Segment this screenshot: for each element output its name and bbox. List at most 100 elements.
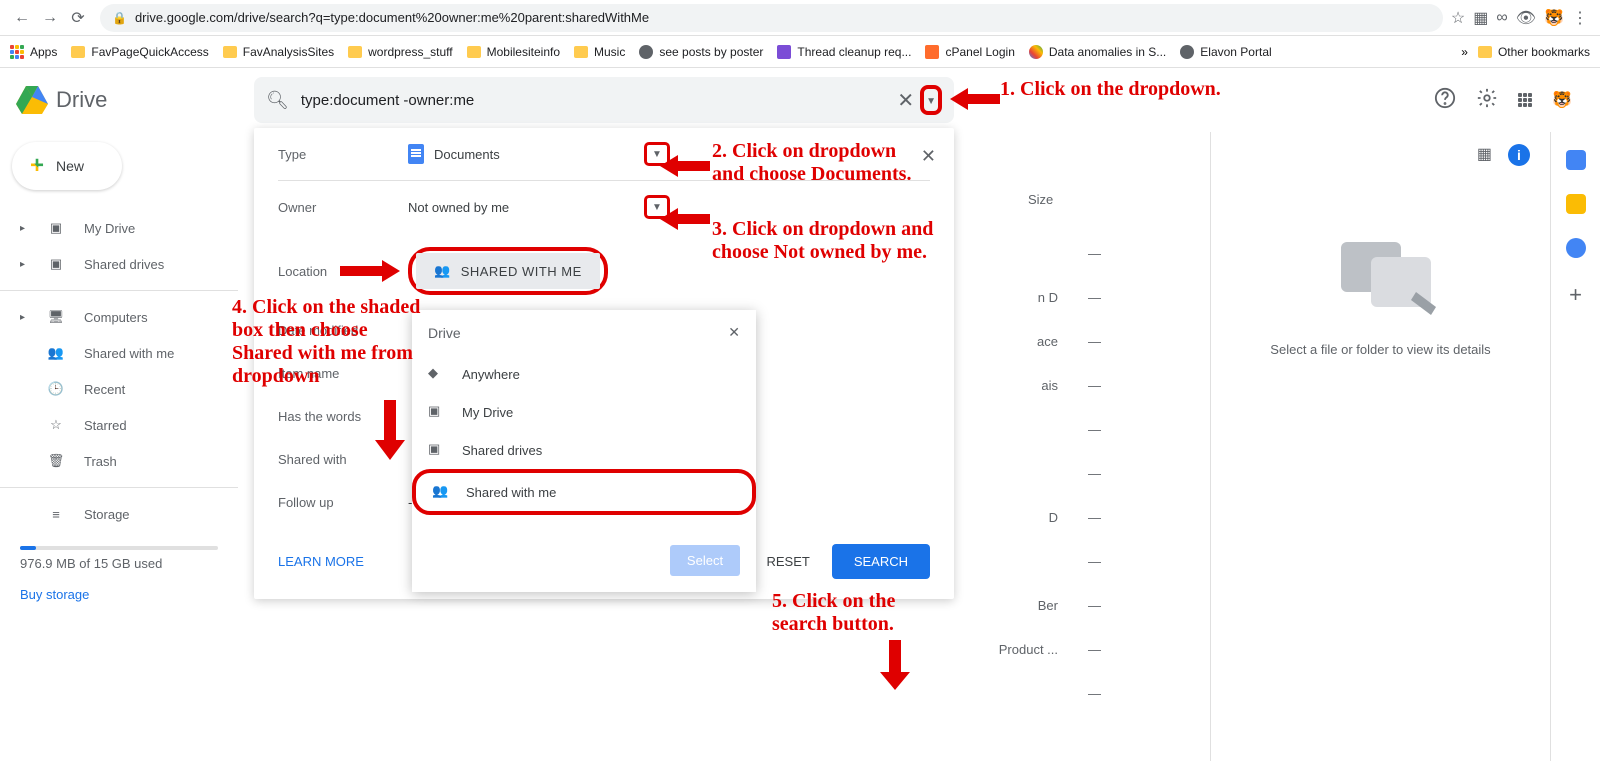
search-options-dropdown[interactable]: ▼ bbox=[920, 85, 942, 115]
trash-icon: 🗑 bbox=[46, 451, 66, 471]
annotation-5: 5. Click on the search button. bbox=[772, 590, 932, 636]
size-header[interactable]: Size bbox=[1028, 192, 1053, 207]
table-row[interactable]: ace— bbox=[938, 320, 1101, 364]
location-option-my-drive[interactable]: ▣My Drive bbox=[412, 393, 756, 431]
bookmark-item[interactable]: Mobilesiteinfo bbox=[467, 45, 560, 59]
location-option-shared-with-me[interactable]: 👥Shared with me bbox=[412, 469, 756, 515]
learn-more-link[interactable]: LEARN MORE bbox=[278, 554, 364, 569]
reset-button[interactable]: RESET bbox=[744, 544, 831, 579]
account-avatar[interactable]: 🐯 bbox=[1552, 90, 1572, 110]
settings-icon[interactable] bbox=[1476, 87, 1498, 114]
info-icon[interactable]: i bbox=[1508, 144, 1530, 166]
drive-icon: ▣ bbox=[428, 403, 448, 421]
sidebar-item-storage[interactable]: ≡Storage bbox=[0, 496, 238, 532]
bookmark-item[interactable]: FavAnalysisSites bbox=[223, 45, 334, 59]
location-dropdown: Drive ✕ ◆Anywhere ▣My Drive ▣Shared driv… bbox=[412, 310, 756, 592]
grid-view-icon[interactable]: ▦ bbox=[1477, 144, 1492, 166]
table-row[interactable]: — bbox=[938, 672, 1101, 716]
folder-icon bbox=[1478, 46, 1492, 58]
details-panel: ▦ i Select a file or folder to view its … bbox=[1210, 132, 1550, 761]
shared-drives-icon: ▣ bbox=[46, 254, 66, 274]
ext3-icon[interactable]: 🐯 bbox=[1544, 8, 1564, 28]
bookmarks-bar: Apps FavPageQuickAccess FavAnalysisSites… bbox=[0, 36, 1600, 68]
lock-icon: 🔒 bbox=[112, 11, 127, 25]
table-row[interactable]: — bbox=[938, 452, 1101, 496]
drive-logo[interactable]: Drive bbox=[16, 86, 254, 114]
annotation-4: 4. Click on the shaded box then choose S… bbox=[232, 296, 432, 388]
table-row[interactable]: Ber— bbox=[938, 584, 1101, 628]
location-dd-header: Drive ✕ bbox=[412, 310, 756, 355]
bookmark-item[interactable]: Data anomalies in S... bbox=[1029, 45, 1166, 59]
arrow-icon bbox=[340, 260, 400, 282]
details-message: Select a file or folder to view its deta… bbox=[1231, 342, 1530, 357]
sidebar: + New ▸▣My Drive ▸▣Shared drives ▸🖥Compu… bbox=[0, 132, 238, 761]
location-option-shared-drives[interactable]: ▣Shared drives bbox=[412, 431, 756, 469]
apps-grid-icon[interactable] bbox=[1518, 93, 1532, 107]
table-row[interactable]: Product ...— bbox=[938, 628, 1101, 672]
overflow-icon[interactable]: » bbox=[1461, 45, 1468, 59]
favicon bbox=[925, 45, 939, 59]
clear-search-icon[interactable]: ✕ bbox=[897, 88, 914, 113]
arrow-down-icon bbox=[375, 400, 405, 465]
people-icon: 👥 bbox=[432, 483, 452, 501]
bookmark-item[interactable]: wordpress_stuff bbox=[348, 45, 453, 59]
back-button[interactable]: ← bbox=[8, 4, 36, 32]
drive-icon bbox=[16, 86, 48, 114]
bookmark-item[interactable]: Thread cleanup req... bbox=[777, 45, 911, 59]
ext1-icon[interactable]: ▦ bbox=[1473, 8, 1488, 28]
apps-button[interactable]: Apps bbox=[10, 45, 57, 59]
keep-icon[interactable] bbox=[1566, 194, 1586, 214]
table-row[interactable]: — bbox=[938, 232, 1101, 276]
reload-button[interactable]: ⟳ bbox=[64, 4, 92, 32]
sidebar-item-recent[interactable]: 🕒Recent bbox=[0, 371, 238, 407]
sidebar-item-my-drive[interactable]: ▸▣My Drive bbox=[0, 210, 238, 246]
table-row[interactable]: ais— bbox=[938, 364, 1101, 408]
sidebar-item-shared-drives[interactable]: ▸▣Shared drives bbox=[0, 246, 238, 282]
search-button[interactable]: SEARCH bbox=[832, 544, 930, 579]
close-icon[interactable]: ✕ bbox=[728, 324, 740, 341]
help-icon[interactable] bbox=[1434, 87, 1456, 114]
bookmark-item[interactable]: cPanel Login bbox=[925, 45, 1014, 59]
arrow-down-icon bbox=[880, 640, 910, 695]
table-row[interactable]: n D— bbox=[938, 276, 1101, 320]
people-icon: 👥 bbox=[46, 343, 66, 363]
table-row[interactable]: — bbox=[938, 540, 1101, 584]
other-bookmarks[interactable]: Other bookmarks bbox=[1478, 45, 1590, 59]
sidebar-item-shared-with-me[interactable]: 👥Shared with me bbox=[0, 335, 238, 371]
owner-label: Owner bbox=[278, 200, 408, 215]
ext2-icon[interactable]: ∞ bbox=[1496, 9, 1507, 27]
favicon bbox=[777, 45, 791, 59]
bookmark-item[interactable]: Elavon Portal bbox=[1180, 45, 1271, 59]
url-text: drive.google.com/drive/search?q=type:doc… bbox=[135, 10, 649, 25]
sidebar-item-computers[interactable]: ▸🖥Computers bbox=[0, 299, 238, 335]
bookmark-item[interactable]: Music bbox=[574, 45, 625, 59]
forward-button[interactable]: → bbox=[36, 4, 64, 32]
location-chip[interactable]: 👥 SHARED WITH ME bbox=[416, 253, 600, 289]
sidebar-item-trash[interactable]: 🗑Trash bbox=[0, 443, 238, 479]
search-box[interactable]: 🔍︎ ✕ ▼ bbox=[254, 77, 954, 123]
bookmark-item[interactable]: see posts by poster bbox=[639, 45, 763, 59]
add-icon[interactable]: + bbox=[1566, 282, 1586, 302]
eye-icon[interactable]: 👁 bbox=[1516, 8, 1536, 28]
annotation-2: 2. Click on dropdown and choose Document… bbox=[712, 140, 912, 186]
calendar-icon[interactable] bbox=[1566, 150, 1586, 170]
search-wrap: 🔍︎ ✕ ▼ bbox=[254, 77, 954, 123]
new-button[interactable]: + New bbox=[12, 142, 122, 190]
location-option-anywhere[interactable]: ◆Anywhere bbox=[412, 355, 756, 393]
type-label: Type bbox=[278, 147, 408, 162]
bookmark-item[interactable]: FavPageQuickAccess bbox=[71, 45, 208, 59]
url-bar[interactable]: 🔒 drive.google.com/drive/search?q=type:d… bbox=[100, 4, 1443, 32]
buy-storage-link[interactable]: Buy storage bbox=[0, 579, 238, 610]
menu-icon[interactable]: ⋮ bbox=[1572, 8, 1588, 28]
tasks-icon[interactable] bbox=[1566, 238, 1586, 258]
table-row[interactable]: — bbox=[938, 408, 1101, 452]
search-input[interactable] bbox=[301, 92, 897, 109]
sidebar-item-starred[interactable]: ☆Starred bbox=[0, 407, 238, 443]
browser-bar: ← → ⟳ 🔒 drive.google.com/drive/search?q=… bbox=[0, 0, 1600, 36]
star-icon[interactable]: ☆ bbox=[1451, 8, 1465, 28]
storage-icon: ≡ bbox=[46, 504, 66, 524]
plus-icon: + bbox=[30, 152, 44, 180]
table-row[interactable]: D— bbox=[938, 496, 1101, 540]
star-icon: ☆ bbox=[46, 415, 66, 435]
select-button[interactable]: Select bbox=[670, 545, 740, 576]
